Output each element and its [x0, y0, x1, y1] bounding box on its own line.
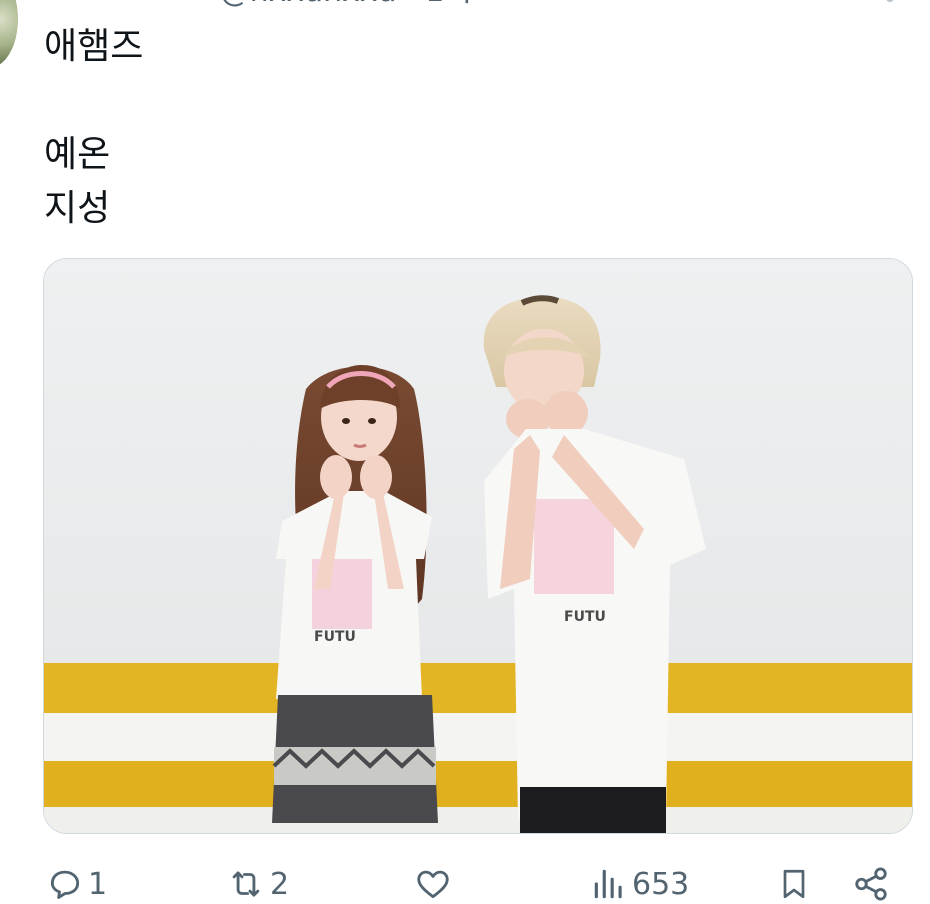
tweet-text-line: 애햄즈: [44, 26, 144, 67]
like-button[interactable]: [413, 862, 457, 904]
share-button[interactable]: [852, 862, 890, 904]
bookmark-button[interactable]: [776, 862, 812, 904]
tweet-text-line: [44, 74, 904, 128]
bar-chart-icon: [590, 865, 628, 903]
share-icon: [852, 864, 890, 904]
views-button[interactable]: 653: [590, 862, 689, 904]
tweet: ㅇㅇㅇㅇㅇㅇ @nxxunxxu · 1시 애햄즈 예온 지성: [0, 0, 930, 904]
display-name[interactable]: ㅇㅇㅇㅇㅇㅇ: [44, 0, 210, 10]
views-count: 653: [632, 866, 690, 902]
photo-illustration: FUTU FUTU: [44, 259, 912, 833]
shirt-text-left: FUTU: [314, 629, 356, 645]
reply-bubble-icon: [46, 865, 84, 903]
bookmark-icon: [776, 864, 812, 904]
shirt-text-right: FUTU: [564, 609, 606, 625]
tweet-actions: 1 2 653: [0, 862, 930, 904]
tweet-header: ㅇㅇㅇㅇㅇㅇ @nxxunxxu · 1시: [44, 0, 472, 10]
tweet-text-line: 지성: [44, 188, 111, 229]
more-vertical-icon[interactable]: [884, 0, 896, 8]
avatar[interactable]: [0, 0, 18, 68]
tweet-photo[interactable]: FUTU FUTU: [43, 258, 913, 834]
reply-button[interactable]: 1: [46, 862, 107, 904]
tweet-text-line: 예온: [44, 134, 111, 175]
heart-icon: [413, 865, 453, 903]
handle-and-time[interactable]: @nxxunxxu · 1시: [220, 0, 472, 10]
retweet-count: 2: [270, 866, 290, 902]
retweet-icon: [226, 865, 266, 903]
tweet-text: 애햄즈 예온 지성: [44, 20, 904, 236]
retweet-button[interactable]: 2: [226, 862, 289, 904]
reply-count: 1: [88, 866, 108, 902]
